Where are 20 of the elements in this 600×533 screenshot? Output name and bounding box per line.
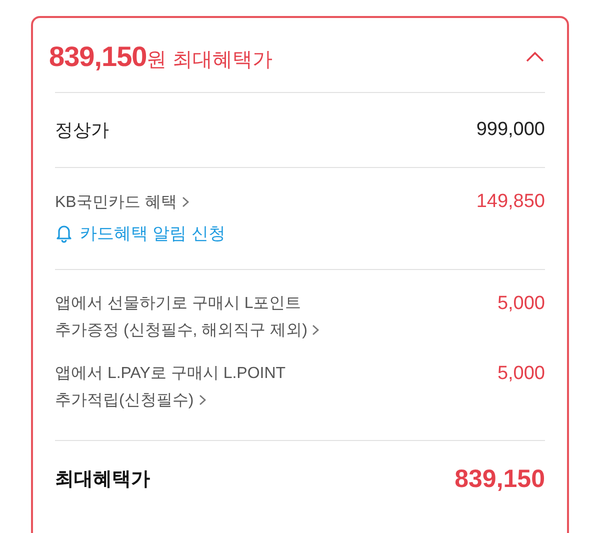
- chevron-right-icon: [198, 394, 207, 406]
- currency-unit: 원: [146, 48, 167, 73]
- benefit-description: 앱에서 L.PAY로 구매시 L.POINT: [55, 365, 286, 382]
- benefit-description: 앱에서 선물하기로 구매시 L포인트: [55, 295, 302, 312]
- total-value: 839,150: [454, 464, 545, 495]
- max-benefit-price: 839,150: [49, 40, 147, 74]
- card-benefit-label[interactable]: KB국민카드 혜택: [55, 194, 177, 211]
- bell-icon: [55, 223, 73, 244]
- chevron-right-icon: [311, 324, 320, 336]
- benefit-description: 추가증정 (신청필수, 해외직구 제외): [55, 322, 308, 340]
- benefit-value: 5,000: [497, 362, 545, 386]
- panel-title: 최대혜택가: [172, 48, 273, 73]
- benefit-value: 5,000: [497, 292, 545, 316]
- collapse-toggle[interactable]: [525, 51, 545, 63]
- regular-price-label: 정상가: [55, 118, 109, 142]
- total-label: 최대혜택가: [55, 468, 150, 492]
- regular-price-value: 999,000: [476, 118, 545, 142]
- chevron-right-icon: [180, 196, 190, 208]
- card-benefit-value: 149,850: [476, 190, 545, 214]
- benefit-description: 추가적립(신청필수): [55, 392, 194, 410]
